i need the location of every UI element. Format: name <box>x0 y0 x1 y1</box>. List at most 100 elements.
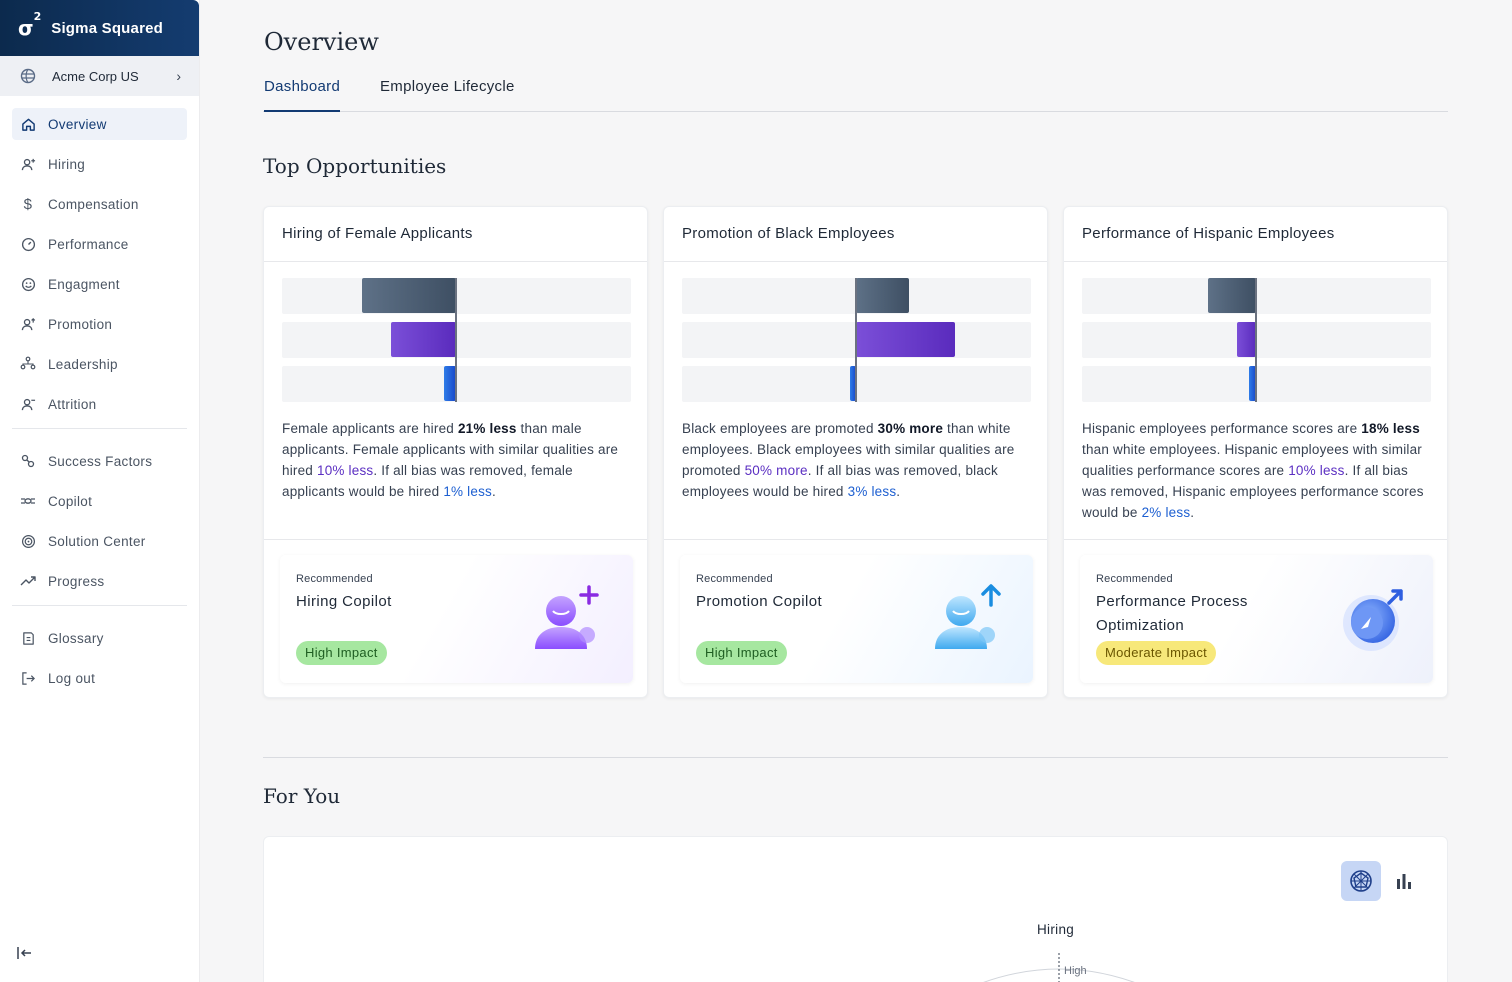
bar-similar-gap <box>391 322 456 357</box>
sidebar-item-label: Log out <box>48 670 96 686</box>
nav-divider <box>12 605 187 606</box>
radar-tick-label: High <box>1064 965 1087 977</box>
for-you-panel: Hiring High <box>263 836 1448 982</box>
zero-axis <box>855 278 857 402</box>
impact-badge: Moderate Impact <box>1096 641 1217 665</box>
bar-similar-gap <box>856 322 955 357</box>
card-description: Hispanic employees performance scores ar… <box>1082 421 1424 520</box>
section-title-for-you: For You <box>263 784 341 808</box>
sidebar-nav: Overview Hiring $ Compensation Performan… <box>0 96 199 694</box>
sidebar-item-overview[interactable]: Overview <box>12 108 187 140</box>
bar-raw-gap <box>362 278 456 313</box>
sidebar-item-label: Copilot <box>48 493 93 509</box>
sidebar-item-compensation[interactable]: $ Compensation <box>12 188 187 220</box>
brand-name: Sigma Squared <box>51 19 164 37</box>
radar-chart <box>983 953 1135 982</box>
nav-divider <box>12 428 187 429</box>
impact-badge: High Impact <box>696 641 787 665</box>
section-divider <box>263 757 1448 758</box>
bar-raw-gap <box>1208 278 1256 313</box>
radar-axis-label: Hiring <box>1037 922 1075 937</box>
target-icon <box>20 533 36 549</box>
card-divider <box>1064 539 1447 540</box>
sidebar-item-success-factors[interactable]: Success Factors <box>12 445 187 477</box>
opportunity-card-performance: Performance of Hispanic Employees Hispan… <box>1063 206 1448 698</box>
card-divider <box>664 539 1047 540</box>
bar-view-button[interactable] <box>1384 861 1424 901</box>
performance-compass-icon <box>1343 589 1403 651</box>
collapse-sidebar-icon[interactable] <box>16 944 34 962</box>
card-divider <box>264 539 647 540</box>
sidebar-item-label: Progress <box>48 573 105 589</box>
sidebar-item-label: Engagment <box>48 276 120 292</box>
sidebar-item-glossary[interactable]: Glossary <box>12 622 187 654</box>
home-icon <box>20 116 36 132</box>
tab-employee-lifecycle[interactable]: Employee Lifecycle <box>380 78 515 112</box>
sidebar-item-label: Success Factors <box>48 453 153 469</box>
brand-header[interactable]: σ2 Sigma Squared <box>0 0 199 56</box>
section-title-top-opportunities: Top Opportunities <box>263 154 447 178</box>
sidebar-item-performance[interactable]: Performance <box>12 228 187 260</box>
page-title: Overview <box>264 28 379 56</box>
recommendation-hiring-copilot[interactable]: Recommended Hiring Copilot High Impact <box>280 555 633 683</box>
user-plus-icon <box>20 156 36 172</box>
sidebar-item-label: Hiring <box>48 156 86 172</box>
card-description: Black employees are promoted 30% more th… <box>682 421 1015 499</box>
recommendation-title: Performance Process Optimization <box>1096 593 1248 634</box>
bias-bar-chart <box>282 278 631 418</box>
sigma-squared-logo: σ2 <box>18 10 42 40</box>
card-title: Hiring of Female Applicants <box>264 207 647 262</box>
promotion-copilot-icon <box>935 584 1001 649</box>
radar-chart-icon <box>1350 870 1372 892</box>
chevron-right-icon: › <box>176 68 181 84</box>
logout-icon <box>20 670 36 686</box>
org-globe-icon <box>20 68 36 84</box>
zero-axis <box>455 278 457 402</box>
recommendation-performance-process[interactable]: Recommended Performance Process Optimiza… <box>1080 555 1433 683</box>
sidebar-item-progress[interactable]: Progress <box>12 565 187 597</box>
user-minus-icon <box>20 396 36 412</box>
sidebar-item-solution-center[interactable]: Solution Center <box>12 525 187 557</box>
bar-raw-gap <box>856 278 909 313</box>
sidebar: σ2 Sigma Squared Acme Corp US › Overview… <box>0 0 200 982</box>
opportunity-card-hiring: Hiring of Female Applicants Female appli… <box>263 206 648 698</box>
sidebar-item-copilot[interactable]: Copilot <box>12 485 187 517</box>
card-description: Female applicants are hired 21% less tha… <box>282 421 619 499</box>
impact-badge: High Impact <box>296 641 387 665</box>
copilot-icon <box>20 493 36 509</box>
bias-bar-chart <box>1082 278 1431 418</box>
opportunity-card-promotion: Promotion of Black Employees Black emplo… <box>663 206 1048 698</box>
dollar-icon: $ <box>23 195 33 213</box>
sidebar-item-promotion[interactable]: Promotion <box>12 308 187 340</box>
smile-icon <box>20 276 36 292</box>
user-up-icon <box>20 316 36 332</box>
sidebar-item-label: Solution Center <box>48 533 146 549</box>
tab-dashboard[interactable]: Dashboard <box>264 78 341 112</box>
sidebar-item-attrition[interactable]: Attrition <box>12 388 187 420</box>
radar-view-button[interactable] <box>1341 861 1381 901</box>
sidebar-item-label: Leadership <box>48 356 118 372</box>
bar-chart-icon <box>1397 874 1411 889</box>
recommendation-promotion-copilot[interactable]: Recommended Promotion Copilot High Impac… <box>680 555 1033 683</box>
bar-similar-gap <box>1237 322 1256 357</box>
sidebar-item-leadership[interactable]: Leadership <box>12 348 187 380</box>
card-title: Performance of Hispanic Employees <box>1064 207 1447 262</box>
org-name: Acme Corp US <box>52 68 139 84</box>
sidebar-item-label: Glossary <box>48 630 104 646</box>
factors-icon <box>20 453 36 469</box>
org-switcher[interactable]: Acme Corp US › <box>0 56 199 96</box>
bias-bar-chart <box>682 278 1031 418</box>
tab-bar: Dashboard Employee Lifecycle <box>263 76 1448 112</box>
zero-axis <box>1255 278 1257 402</box>
sidebar-item-hiring[interactable]: Hiring <box>12 148 187 180</box>
sidebar-item-label: Overview <box>48 116 107 132</box>
trend-up-icon <box>20 573 36 589</box>
sidebar-item-label: Compensation <box>48 196 139 212</box>
card-title: Promotion of Black Employees <box>664 207 1047 262</box>
recommendation-title: Hiring Copilot <box>296 593 392 610</box>
sidebar-item-logout[interactable]: Log out <box>12 662 187 694</box>
hiring-copilot-icon <box>535 585 599 649</box>
sidebar-item-label: Promotion <box>48 316 113 332</box>
gauge-icon <box>20 236 36 252</box>
sidebar-item-engagement[interactable]: Engagment <box>12 268 187 300</box>
